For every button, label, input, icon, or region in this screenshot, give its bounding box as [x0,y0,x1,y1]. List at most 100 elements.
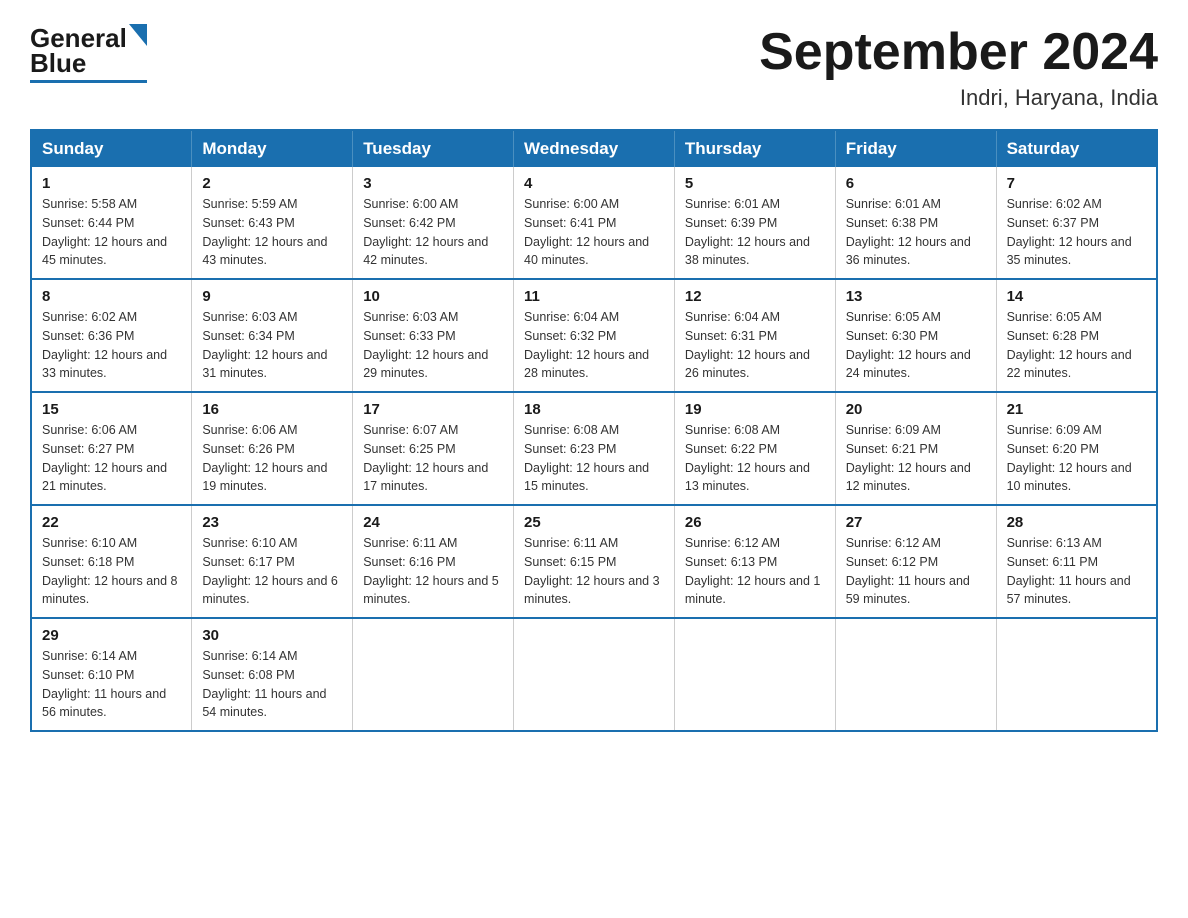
calendar-cell [514,618,675,731]
calendar-cell: 15 Sunrise: 6:06 AMSunset: 6:27 PMDaylig… [31,392,192,505]
logo: General Blue [30,24,147,83]
day-info: Sunrise: 6:04 AMSunset: 6:32 PMDaylight:… [524,308,664,383]
day-number: 18 [524,401,664,418]
day-info: Sunrise: 6:14 AMSunset: 6:08 PMDaylight:… [202,647,342,722]
calendar-cell: 10 Sunrise: 6:03 AMSunset: 6:33 PMDaylig… [353,279,514,392]
weekday-header-tuesday: Tuesday [353,130,514,167]
calendar-cell: 6 Sunrise: 6:01 AMSunset: 6:38 PMDayligh… [835,167,996,279]
calendar-cell: 19 Sunrise: 6:08 AMSunset: 6:22 PMDaylig… [674,392,835,505]
location: Indri, Haryana, India [759,85,1158,111]
day-info: Sunrise: 6:08 AMSunset: 6:22 PMDaylight:… [685,421,825,496]
day-number: 4 [524,175,664,192]
calendar-cell: 20 Sunrise: 6:09 AMSunset: 6:21 PMDaylig… [835,392,996,505]
weekday-header-saturday: Saturday [996,130,1157,167]
week-row-2: 8 Sunrise: 6:02 AMSunset: 6:36 PMDayligh… [31,279,1157,392]
day-info: Sunrise: 6:07 AMSunset: 6:25 PMDaylight:… [363,421,503,496]
day-number: 28 [1007,514,1146,531]
day-number: 3 [363,175,503,192]
day-number: 17 [363,401,503,418]
calendar-cell: 7 Sunrise: 6:02 AMSunset: 6:37 PMDayligh… [996,167,1157,279]
day-info: Sunrise: 6:09 AMSunset: 6:20 PMDaylight:… [1007,421,1146,496]
day-number: 2 [202,175,342,192]
calendar-cell: 2 Sunrise: 5:59 AMSunset: 6:43 PMDayligh… [192,167,353,279]
day-number: 22 [42,514,181,531]
day-number: 20 [846,401,986,418]
calendar-cell: 13 Sunrise: 6:05 AMSunset: 6:30 PMDaylig… [835,279,996,392]
calendar-cell: 26 Sunrise: 6:12 AMSunset: 6:13 PMDaylig… [674,505,835,618]
calendar-cell: 27 Sunrise: 6:12 AMSunset: 6:12 PMDaylig… [835,505,996,618]
day-number: 30 [202,627,342,644]
day-info: Sunrise: 6:06 AMSunset: 6:26 PMDaylight:… [202,421,342,496]
day-info: Sunrise: 6:06 AMSunset: 6:27 PMDaylight:… [42,421,181,496]
day-number: 10 [363,288,503,305]
day-info: Sunrise: 6:09 AMSunset: 6:21 PMDaylight:… [846,421,986,496]
day-info: Sunrise: 6:03 AMSunset: 6:33 PMDaylight:… [363,308,503,383]
calendar-cell: 30 Sunrise: 6:14 AMSunset: 6:08 PMDaylig… [192,618,353,731]
weekday-header-thursday: Thursday [674,130,835,167]
day-number: 26 [685,514,825,531]
calendar-cell: 22 Sunrise: 6:10 AMSunset: 6:18 PMDaylig… [31,505,192,618]
calendar-cell: 11 Sunrise: 6:04 AMSunset: 6:32 PMDaylig… [514,279,675,392]
day-number: 25 [524,514,664,531]
calendar-cell: 28 Sunrise: 6:13 AMSunset: 6:11 PMDaylig… [996,505,1157,618]
logo-triangle-icon [129,24,147,46]
calendar-cell: 29 Sunrise: 6:14 AMSunset: 6:10 PMDaylig… [31,618,192,731]
day-number: 7 [1007,175,1146,192]
day-number: 5 [685,175,825,192]
calendar-cell: 4 Sunrise: 6:00 AMSunset: 6:41 PMDayligh… [514,167,675,279]
day-info: Sunrise: 6:04 AMSunset: 6:31 PMDaylight:… [685,308,825,383]
day-number: 21 [1007,401,1146,418]
day-number: 27 [846,514,986,531]
day-number: 9 [202,288,342,305]
day-number: 12 [685,288,825,305]
calendar-cell: 25 Sunrise: 6:11 AMSunset: 6:15 PMDaylig… [514,505,675,618]
calendar-cell: 18 Sunrise: 6:08 AMSunset: 6:23 PMDaylig… [514,392,675,505]
day-number: 11 [524,288,664,305]
day-info: Sunrise: 6:11 AMSunset: 6:16 PMDaylight:… [363,534,503,609]
day-info: Sunrise: 6:13 AMSunset: 6:11 PMDaylight:… [1007,534,1146,609]
day-info: Sunrise: 6:05 AMSunset: 6:28 PMDaylight:… [1007,308,1146,383]
calendar-cell [996,618,1157,731]
day-number: 19 [685,401,825,418]
day-number: 29 [42,627,181,644]
week-row-5: 29 Sunrise: 6:14 AMSunset: 6:10 PMDaylig… [31,618,1157,731]
day-number: 6 [846,175,986,192]
day-info: Sunrise: 6:02 AMSunset: 6:36 PMDaylight:… [42,308,181,383]
calendar-cell [353,618,514,731]
calendar-cell: 5 Sunrise: 6:01 AMSunset: 6:39 PMDayligh… [674,167,835,279]
day-info: Sunrise: 6:14 AMSunset: 6:10 PMDaylight:… [42,647,181,722]
calendar-cell: 9 Sunrise: 6:03 AMSunset: 6:34 PMDayligh… [192,279,353,392]
calendar-cell: 23 Sunrise: 6:10 AMSunset: 6:17 PMDaylig… [192,505,353,618]
weekday-header-monday: Monday [192,130,353,167]
day-info: Sunrise: 6:01 AMSunset: 6:39 PMDaylight:… [685,195,825,270]
day-number: 1 [42,175,181,192]
day-number: 15 [42,401,181,418]
logo-blue: Blue [30,48,86,78]
calendar-cell: 16 Sunrise: 6:06 AMSunset: 6:26 PMDaylig… [192,392,353,505]
weekday-header-friday: Friday [835,130,996,167]
day-number: 8 [42,288,181,305]
calendar-cell: 3 Sunrise: 6:00 AMSunset: 6:42 PMDayligh… [353,167,514,279]
calendar-cell: 24 Sunrise: 6:11 AMSunset: 6:16 PMDaylig… [353,505,514,618]
day-number: 13 [846,288,986,305]
day-info: Sunrise: 6:03 AMSunset: 6:34 PMDaylight:… [202,308,342,383]
day-number: 23 [202,514,342,531]
day-info: Sunrise: 6:10 AMSunset: 6:17 PMDaylight:… [202,534,342,609]
day-info: Sunrise: 6:01 AMSunset: 6:38 PMDaylight:… [846,195,986,270]
week-row-3: 15 Sunrise: 6:06 AMSunset: 6:27 PMDaylig… [31,392,1157,505]
calendar-cell [835,618,996,731]
day-info: Sunrise: 6:12 AMSunset: 6:13 PMDaylight:… [685,534,825,609]
day-info: Sunrise: 6:00 AMSunset: 6:42 PMDaylight:… [363,195,503,270]
calendar-cell: 1 Sunrise: 5:58 AMSunset: 6:44 PMDayligh… [31,167,192,279]
day-info: Sunrise: 6:08 AMSunset: 6:23 PMDaylight:… [524,421,664,496]
day-number: 14 [1007,288,1146,305]
calendar-cell: 21 Sunrise: 6:09 AMSunset: 6:20 PMDaylig… [996,392,1157,505]
day-info: Sunrise: 6:12 AMSunset: 6:12 PMDaylight:… [846,534,986,609]
day-info: Sunrise: 6:05 AMSunset: 6:30 PMDaylight:… [846,308,986,383]
week-row-1: 1 Sunrise: 5:58 AMSunset: 6:44 PMDayligh… [31,167,1157,279]
day-number: 24 [363,514,503,531]
calendar-table: SundayMondayTuesdayWednesdayThursdayFrid… [30,129,1158,732]
day-number: 16 [202,401,342,418]
calendar-cell: 12 Sunrise: 6:04 AMSunset: 6:31 PMDaylig… [674,279,835,392]
day-info: Sunrise: 5:59 AMSunset: 6:43 PMDaylight:… [202,195,342,270]
